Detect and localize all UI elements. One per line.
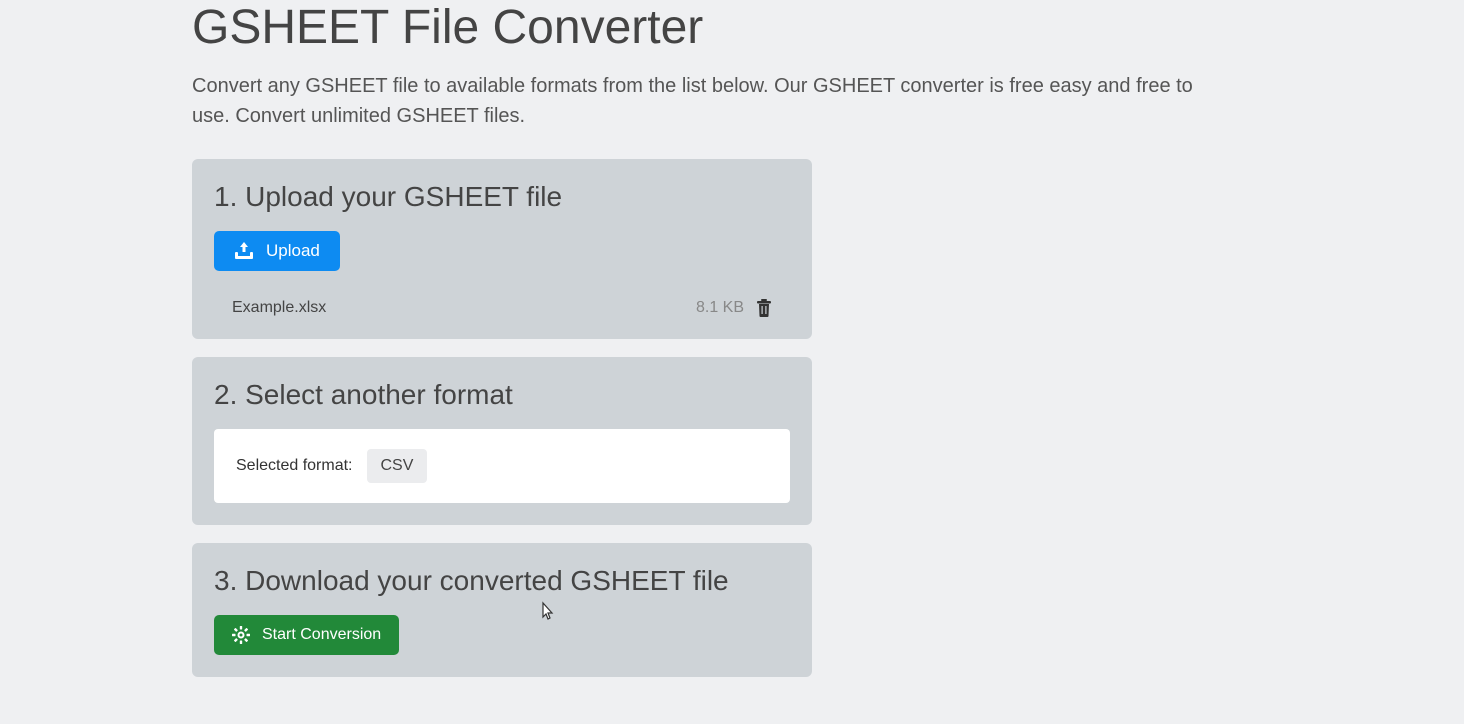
gear-icon <box>232 626 250 644</box>
step2-title: 2. Select another format <box>214 379 790 411</box>
file-row: Example.xlsx 8.1 KB <box>214 289 790 317</box>
format-selector[interactable]: CSV <box>367 449 428 483</box>
format-box: Selected format: CSV <box>214 429 790 503</box>
upload-icon <box>234 242 254 260</box>
step3-title: 3. Download your converted GSHEET file <box>214 565 790 597</box>
step1-title: 1. Upload your GSHEET file <box>214 181 790 213</box>
file-size: 8.1 KB <box>696 299 744 317</box>
page-title: GSHEET File Converter <box>192 0 1272 55</box>
cursor-icon <box>537 601 555 625</box>
upload-card: 1. Upload your GSHEET file Upload Exampl… <box>192 159 812 339</box>
upload-label: Upload <box>266 241 320 261</box>
format-label: Selected format: <box>236 457 353 475</box>
page-description: Convert any GSHEET file to available for… <box>192 71 1232 131</box>
download-card: 3. Download your converted GSHEET file S… <box>192 543 812 677</box>
start-label: Start Conversion <box>262 626 381 644</box>
upload-button[interactable]: Upload <box>214 231 340 271</box>
file-name: Example.xlsx <box>232 299 326 317</box>
format-card: 2. Select another format Selected format… <box>192 357 812 525</box>
start-conversion-button[interactable]: Start Conversion <box>214 615 399 655</box>
trash-icon[interactable] <box>756 299 772 317</box>
